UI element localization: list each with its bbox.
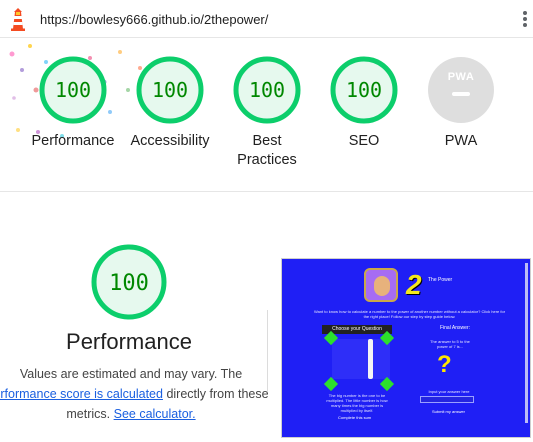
thumb-question-panel [332, 339, 390, 379]
score-value: 100 [249, 78, 285, 102]
gauge-label: SEO [348, 133, 380, 149]
thumb-title-number: 2 [406, 269, 422, 300]
see-calculator-link[interactable]: See calculator. [114, 407, 196, 421]
gauge-seo[interactable]: 100 SEO [314, 55, 414, 151]
performance-score-gauge: 100 [91, 244, 167, 320]
url-bar: https://bowlesy666.github.io/2thepower/ [0, 0, 533, 38]
score-ring: 100 [330, 56, 398, 124]
thumb-slider [368, 339, 373, 379]
desc-line3: metrics. [66, 407, 111, 421]
score-value: 100 [55, 78, 91, 102]
question-mark-icon: ? [437, 351, 452, 378]
performance-score: 100 [109, 271, 149, 296]
arrow-icon [379, 376, 395, 392]
thumb-title-text: The Power [428, 277, 453, 283]
performance-title: Performance [66, 329, 192, 354]
pwa-dash [452, 92, 470, 96]
gauge-best-practices[interactable]: 100 Best Practices [217, 55, 317, 170]
arrow-icon [323, 376, 339, 392]
pwa-badge-text: PWA [447, 71, 475, 83]
thumb-complete-button: Complete this sum [338, 415, 372, 420]
desc-mid: directly from these [166, 387, 269, 401]
vertical-divider [267, 310, 268, 392]
thumb-panel-caption: The big number is the one to be multipli… [326, 393, 388, 413]
score-value: 100 [346, 78, 382, 102]
thumb-final-sub: The answer to 5 to the power of 7 is... [430, 339, 470, 349]
thumb-input-caption: Input your answer here [428, 389, 470, 394]
score-ring: 100 [136, 56, 204, 124]
page-url[interactable]: https://bowlesy666.github.io/2thepower/ [40, 12, 268, 27]
kebab-menu-icon[interactable] [522, 11, 528, 29]
gauge-label: PWA [444, 133, 478, 149]
gauge-accessibility[interactable]: 100 Accessibility [120, 55, 220, 151]
desc-line1: Values are estimated and may vary. The [19, 367, 243, 381]
score-ring: 100 [39, 56, 107, 124]
thumb-final-header: Final Answer: [439, 325, 470, 331]
gauge-performance[interactable]: 100 Performance [23, 55, 123, 151]
pwa-badge-icon: PWA [428, 57, 494, 123]
thumb-answer-input [420, 396, 474, 403]
thumb-intro: Want to know how to calculate a number t… [313, 309, 506, 319]
performance-score-link[interactable]: erformance score is calculated [0, 387, 163, 401]
lighthouse-icon [11, 8, 25, 31]
thumb-submit-button: Submit my answer [432, 409, 465, 414]
score-value: 100 [152, 78, 188, 102]
performance-description: Values are estimated and may vary. The e… [0, 364, 270, 424]
page-screenshot-thumbnail[interactable]: 2 The Power Want to know how to calculat… [281, 258, 531, 438]
score-ring: 100 [233, 56, 301, 124]
section-divider [0, 191, 533, 192]
gauge-label: Accessibility [130, 133, 210, 149]
gauge-label: Best Practices [237, 133, 297, 168]
gauge-label: Performance [31, 133, 115, 149]
app-logo-icon [364, 268, 398, 302]
thumb-scrollbar [525, 263, 528, 423]
category-gauges: 100 Performance 100 Accessibility 100 Be… [0, 55, 533, 175]
gauge-pwa[interactable]: PWA PWA [411, 55, 511, 151]
